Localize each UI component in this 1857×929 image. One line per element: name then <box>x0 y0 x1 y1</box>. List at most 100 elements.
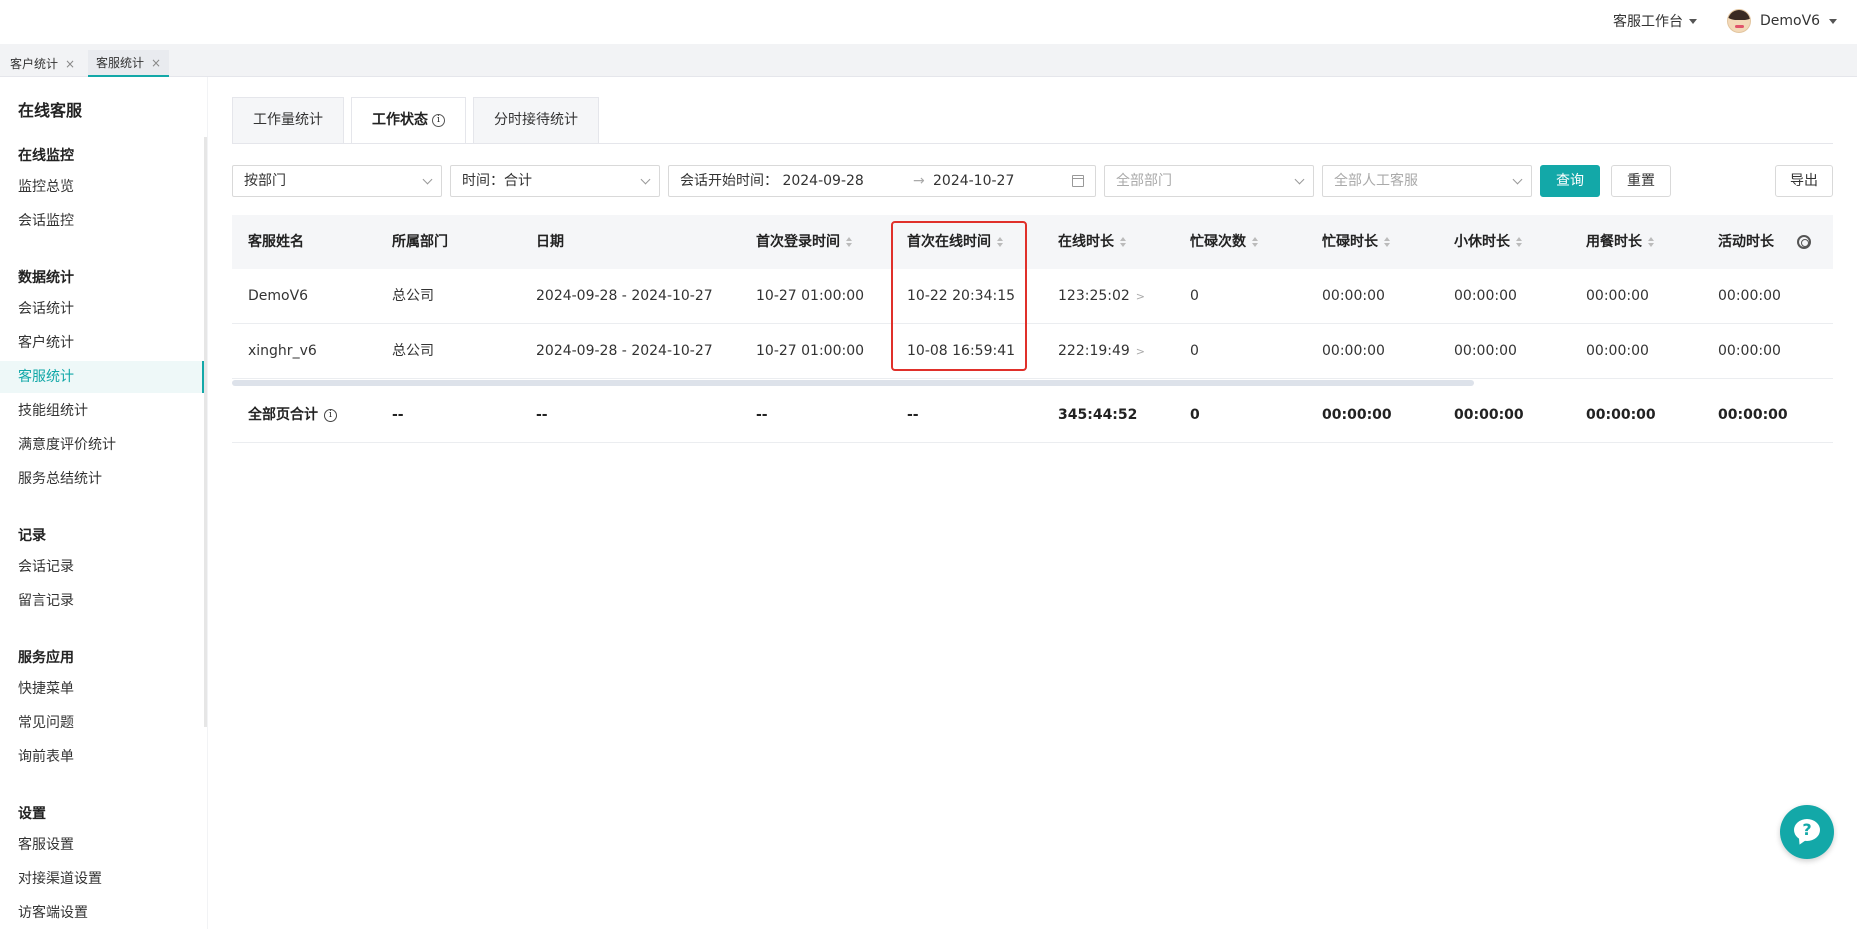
cell-busy-count: 0 <box>1190 343 1199 359</box>
sidebar-item-pre-chat-form[interactable]: 询前表单 <box>0 741 204 773</box>
close-icon[interactable]: × <box>65 57 75 71</box>
caret-down-icon <box>1829 18 1838 24</box>
arrow-right-icon: → <box>913 173 925 189</box>
chevron-right-icon[interactable]: > <box>1136 290 1145 303</box>
sidebar-group-records: 记录 <box>18 528 46 544</box>
sidebar-scrollbar[interactable] <box>204 137 207 727</box>
sidebar-item-agent-settings[interactable]: 客服设置 <box>0 829 204 861</box>
sidebar-item-satisfaction-stats[interactable]: 满意度评价统计 <box>0 429 204 461</box>
user-menu[interactable]: DemoV6 <box>1727 9 1838 33</box>
sidebar-item-monitor-overview[interactable]: 监控总览 <box>0 171 204 203</box>
date-end[interactable]: 2024-10-27 <box>933 166 1014 196</box>
group-by-select[interactable]: 按部门 <box>232 165 442 197</box>
chevron-down-icon <box>1512 174 1523 185</box>
cell-department: 总公司 <box>392 343 434 359</box>
agent-placeholder: 全部人工客服 <box>1334 173 1418 189</box>
sidebar-item-visitor-settings[interactable]: 访客端设置 <box>0 897 204 929</box>
cell-summary-label: 全部页合计 i <box>248 387 337 443</box>
cell-summary-department: -- <box>392 407 404 423</box>
query-button[interactable]: 查询 <box>1540 165 1600 197</box>
help-chat-button[interactable]: ? <box>1780 805 1834 859</box>
sidebar-item-session-monitor[interactable]: 会话监控 <box>0 205 204 237</box>
sidebar-group-monitor: 在线监控 <box>18 148 74 164</box>
sort-icon[interactable] <box>1384 237 1391 247</box>
tab-workload-stats[interactable]: 工作量统计 <box>232 97 344 143</box>
gear-icon[interactable] <box>1797 235 1811 249</box>
sidebar-item-agent-stats[interactable]: 客服统计 <box>0 361 204 393</box>
column-header-break-duration[interactable]: 小休时长 <box>1454 215 1523 269</box>
chevron-right-icon[interactable]: > <box>1136 345 1145 358</box>
sort-icon[interactable] <box>1252 237 1259 247</box>
info-icon[interactable]: i <box>432 113 445 127</box>
cell-agent-name: xinghr_v6 <box>248 343 317 359</box>
cell-summary-busy-duration: 00:00:00 <box>1322 407 1392 423</box>
column-header-busy-duration[interactable]: 忙碌时长 <box>1322 215 1391 269</box>
main-panel: 工作量统计 工作状态 i 分时接待统计 按部门 时间：合计 会话开始时间： 202… <box>208 77 1857 929</box>
page-tab-strip: 客户统计 × 客服统计 × <box>0 44 1857 77</box>
tab-work-status[interactable]: 工作状态 i <box>351 97 466 143</box>
cell-busy-duration: 00:00:00 <box>1322 343 1385 359</box>
cell-online-duration[interactable]: 123:25:02 > <box>1058 269 1145 324</box>
column-header-activity-duration: 活动时长 <box>1718 234 1774 250</box>
cell-summary-first-online: -- <box>907 407 919 423</box>
reset-button[interactable]: 重置 <box>1611 165 1671 197</box>
chevron-down-icon <box>422 174 433 185</box>
calendar-icon <box>1072 175 1084 187</box>
info-icon[interactable]: i <box>324 408 337 422</box>
sort-icon[interactable] <box>1120 237 1127 247</box>
cell-summary-break-duration: 00:00:00 <box>1454 407 1524 423</box>
agent-select[interactable]: 全部人工客服 <box>1322 165 1532 197</box>
tab-label: 工作量统计 <box>253 112 323 128</box>
column-header-busy-count[interactable]: 忙碌次数 <box>1190 215 1259 269</box>
sidebar-item-session-records[interactable]: 会话记录 <box>0 551 204 583</box>
cell-activity-duration: 00:00:00 <box>1718 343 1781 359</box>
sidebar-group-settings: 设置 <box>18 806 46 822</box>
sidebar-item-skill-group-stats[interactable]: 技能组统计 <box>0 395 204 427</box>
department-select[interactable]: 全部部门 <box>1104 165 1314 197</box>
cell-online-duration[interactable]: 222:19:49 > <box>1058 324 1145 379</box>
sidebar-item-channel-settings[interactable]: 对接渠道设置 <box>0 863 204 895</box>
table-horizontal-scrollbar[interactable] <box>232 379 1833 387</box>
highlight-box <box>891 221 1027 371</box>
time-value: 时间：合计 <box>462 173 532 189</box>
sort-icon[interactable] <box>1516 237 1523 247</box>
date-range-picker[interactable]: 会话开始时间： 2024-09-28 → 2024-10-27 <box>668 165 1096 197</box>
sidebar-item-service-summary-stats[interactable]: 服务总结统计 <box>0 463 204 495</box>
avatar <box>1727 9 1751 33</box>
cell-summary-date: -- <box>536 407 548 423</box>
workbench-dropdown[interactable]: 客服工作台 <box>1613 11 1697 31</box>
page-tab-agent-stats[interactable]: 客服统计 × <box>88 50 170 77</box>
cell-first-login: 10-27 01:00:00 <box>756 343 865 359</box>
sidebar-item-message-records[interactable]: 留言记录 <box>0 585 204 617</box>
scrollbar-thumb[interactable] <box>232 380 1474 386</box>
table-row: DemoV6 总公司 2024-09-28 - 2024-10-27 10-27… <box>232 269 1833 324</box>
cell-date: 2024-09-28 - 2024-10-27 <box>536 288 713 304</box>
content-tabs: 工作量统计 工作状态 i 分时接待统计 <box>232 97 606 143</box>
date-start[interactable]: 2024-09-28 <box>782 173 863 189</box>
page-tab-label: 客服统计 <box>96 56 145 70</box>
cell-summary-busy-count: 0 <box>1190 407 1200 423</box>
date-range-label: 会话开始时间： <box>680 173 778 189</box>
caret-down-icon <box>1689 18 1697 24</box>
group-by-value: 按部门 <box>244 173 286 189</box>
column-header-department: 所属部门 <box>392 234 448 250</box>
top-bar: 客服工作台 DemoV6 <box>0 0 1857 44</box>
sort-icon[interactable] <box>846 237 853 247</box>
export-button[interactable]: 导出 <box>1775 165 1833 197</box>
column-header-online-duration[interactable]: 在线时长 <box>1058 215 1127 269</box>
sidebar-item-faq[interactable]: 常见问题 <box>0 707 204 739</box>
cell-summary-activity-duration: 00:00:00 <box>1718 407 1788 423</box>
time-select[interactable]: 时间：合计 <box>450 165 660 197</box>
column-header-first-login[interactable]: 首次登录时间 <box>756 215 853 269</box>
sidebar-item-quick-menu[interactable]: 快捷菜单 <box>0 673 204 705</box>
sidebar-group-stats: 数据统计 <box>18 270 74 286</box>
column-header-date: 日期 <box>536 234 564 250</box>
cell-department: 总公司 <box>392 288 434 304</box>
column-header-meal-duration[interactable]: 用餐时长 <box>1586 215 1655 269</box>
close-icon[interactable]: × <box>151 56 161 70</box>
sidebar-item-customer-stats[interactable]: 客户统计 <box>0 327 204 359</box>
page-tab-customer-stats[interactable]: 客户统计 × <box>2 50 83 77</box>
tab-hourly-reception-stats[interactable]: 分时接待统计 <box>473 97 599 143</box>
sidebar-item-session-stats[interactable]: 会话统计 <box>0 293 204 325</box>
sort-icon[interactable] <box>1648 237 1655 247</box>
